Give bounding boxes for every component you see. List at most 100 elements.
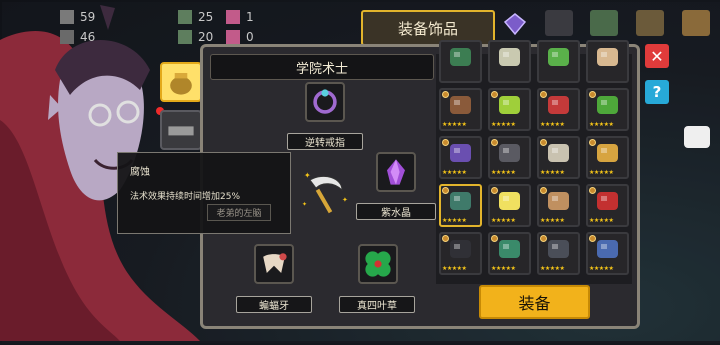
level-badge-icon — [540, 187, 547, 194]
star-rating: ★★★★★ — [589, 217, 614, 224]
level-badge-icon — [491, 91, 498, 98]
slot-top[interactable] — [305, 82, 345, 122]
svg-text:✦: ✦ — [304, 171, 311, 180]
grid-item-slot[interactable]: ★★★★★ — [488, 232, 531, 275]
grid-item-slot[interactable]: ★★★★★ — [537, 232, 580, 275]
green-mushroom-icon — [450, 48, 471, 66]
level-badge-icon — [589, 139, 596, 146]
grid-item-slot[interactable]: ★★★★★ — [439, 184, 482, 227]
grid-item-slot[interactable]: ★★★★★ — [537, 184, 580, 227]
glyph-scroll-icon — [548, 144, 569, 162]
side-slot-active[interactable] — [160, 62, 202, 102]
level-badge-icon — [442, 139, 449, 146]
level-badge-icon — [491, 235, 498, 242]
equip-button[interactable]: 装备 — [479, 285, 590, 319]
level-badge-icon — [491, 187, 498, 194]
star-rating: ★★★★★ — [589, 265, 614, 272]
hud-value: 0 — [246, 30, 254, 44]
character-name: 学院术士 — [210, 54, 434, 80]
level-badge-icon — [589, 91, 596, 98]
close-button[interactable]: ✕ — [645, 44, 669, 68]
grid-item-slot[interactable]: ★★★★★ — [439, 136, 482, 179]
amethyst-icon — [387, 159, 405, 185]
red-figure-icon — [597, 192, 618, 210]
slot-bottom-right[interactable] — [358, 244, 398, 284]
hud-value: 1 — [246, 10, 254, 24]
material-icon — [178, 30, 192, 44]
slot-right[interactable] — [376, 152, 416, 192]
level-badge-icon — [589, 235, 596, 242]
grid-item-slot[interactable] — [488, 40, 531, 83]
boot-icon — [450, 96, 471, 114]
ring-icon — [313, 89, 337, 114]
star-rating: ★★★★★ — [589, 169, 614, 176]
diamond-icon[interactable] — [503, 12, 527, 36]
tooltip-description: 法术效果持续时间增加25% — [130, 192, 241, 202]
cart-icon[interactable] — [545, 10, 573, 36]
hud-row-2: 46 20 0 — [60, 30, 268, 44]
grid-item-slot[interactable]: ★★★★★ — [439, 232, 482, 275]
tooltip-title: 腐蚀 — [130, 167, 150, 178]
star-rating: ★★★★★ — [540, 265, 565, 272]
yellow-orb-icon — [499, 192, 520, 210]
star-rating: ★★★★★ — [589, 121, 614, 128]
claw-icon — [450, 192, 471, 210]
level-badge-icon — [540, 91, 547, 98]
grid-item-slot[interactable]: ★★★★★ — [586, 232, 629, 275]
hud-value: 25 — [198, 10, 214, 24]
menu-icon[interactable] — [682, 10, 710, 36]
scythe-weapon-icon[interactable]: ✦ ✦ ✦ — [300, 168, 352, 220]
inventory-icon[interactable] — [590, 10, 618, 36]
level-badge-icon — [540, 139, 547, 146]
chest-icon[interactable] — [636, 10, 664, 36]
grid-item-slot[interactable]: ★★★★★ — [586, 88, 629, 131]
pot-icon — [170, 73, 192, 95]
faded-slot-label: 老弟的左脑 — [207, 204, 271, 221]
svg-text:✦: ✦ — [302, 201, 307, 208]
grid-item-slot[interactable]: ★★★★★ — [537, 136, 580, 179]
level-badge-icon — [442, 91, 449, 98]
fish-skeleton-icon — [499, 48, 520, 66]
poison-bottle-icon — [499, 96, 520, 114]
star-rating: ★★★★★ — [442, 217, 467, 224]
slot-label-bottom-right: 真四叶草 — [339, 296, 415, 313]
level-badge-icon — [442, 187, 449, 194]
slot-bottom-left[interactable] — [254, 244, 294, 284]
grid-item-slot[interactable]: ★★★★★ — [586, 136, 629, 179]
dark-spiked-ball-icon — [548, 240, 569, 258]
green-potion-bottle-icon — [548, 48, 569, 66]
help-button[interactable]: ? — [645, 80, 669, 104]
slot-label-bottom-left: 蝙蝠牙 — [236, 296, 312, 313]
grid-item-slot[interactable]: ★★★★★ — [488, 88, 531, 131]
grid-item-slot[interactable]: ★★★★★ — [537, 88, 580, 131]
grid-item-slot[interactable] — [586, 40, 629, 83]
treasure-chest-icon — [597, 144, 618, 162]
level-badge-icon — [491, 139, 498, 146]
star-rating: ★★★★★ — [491, 121, 516, 128]
side-slot-weapon[interactable] — [160, 110, 202, 150]
shield-stat-icon — [60, 30, 74, 44]
bolt-icon — [60, 10, 74, 24]
telescope-icon — [168, 126, 194, 136]
purple-gem-icon — [450, 144, 471, 162]
slot-label-top: 逆转戒指 — [287, 133, 363, 150]
grid-item-slot[interactable]: ★★★★★ — [488, 184, 531, 227]
grid-item-slot[interactable]: ★★★★★ — [439, 88, 482, 131]
hud-row-1: 59 25 1 — [60, 10, 268, 24]
star-rating: ★★★★★ — [442, 169, 467, 176]
gem-currency-icon — [226, 10, 240, 24]
grid-item-slot[interactable] — [439, 40, 482, 83]
star-rating: ★★★★★ — [540, 121, 565, 128]
grid-item-slot[interactable]: ★★★★★ — [488, 136, 531, 179]
gem-currency-icon — [226, 30, 240, 44]
green-book-icon — [597, 96, 618, 114]
level-badge-icon — [442, 235, 449, 242]
star-rating: ★★★★★ — [491, 169, 516, 176]
chat-icon[interactable] — [684, 126, 710, 148]
grid-item-slot[interactable]: ★★★★★ — [586, 184, 629, 227]
star-rating: ★★★★★ — [540, 217, 565, 224]
svg-text:✦: ✦ — [342, 196, 348, 204]
level-badge-icon — [589, 187, 596, 194]
bat-fang-icon — [263, 253, 287, 273]
grid-item-slot[interactable] — [537, 40, 580, 83]
